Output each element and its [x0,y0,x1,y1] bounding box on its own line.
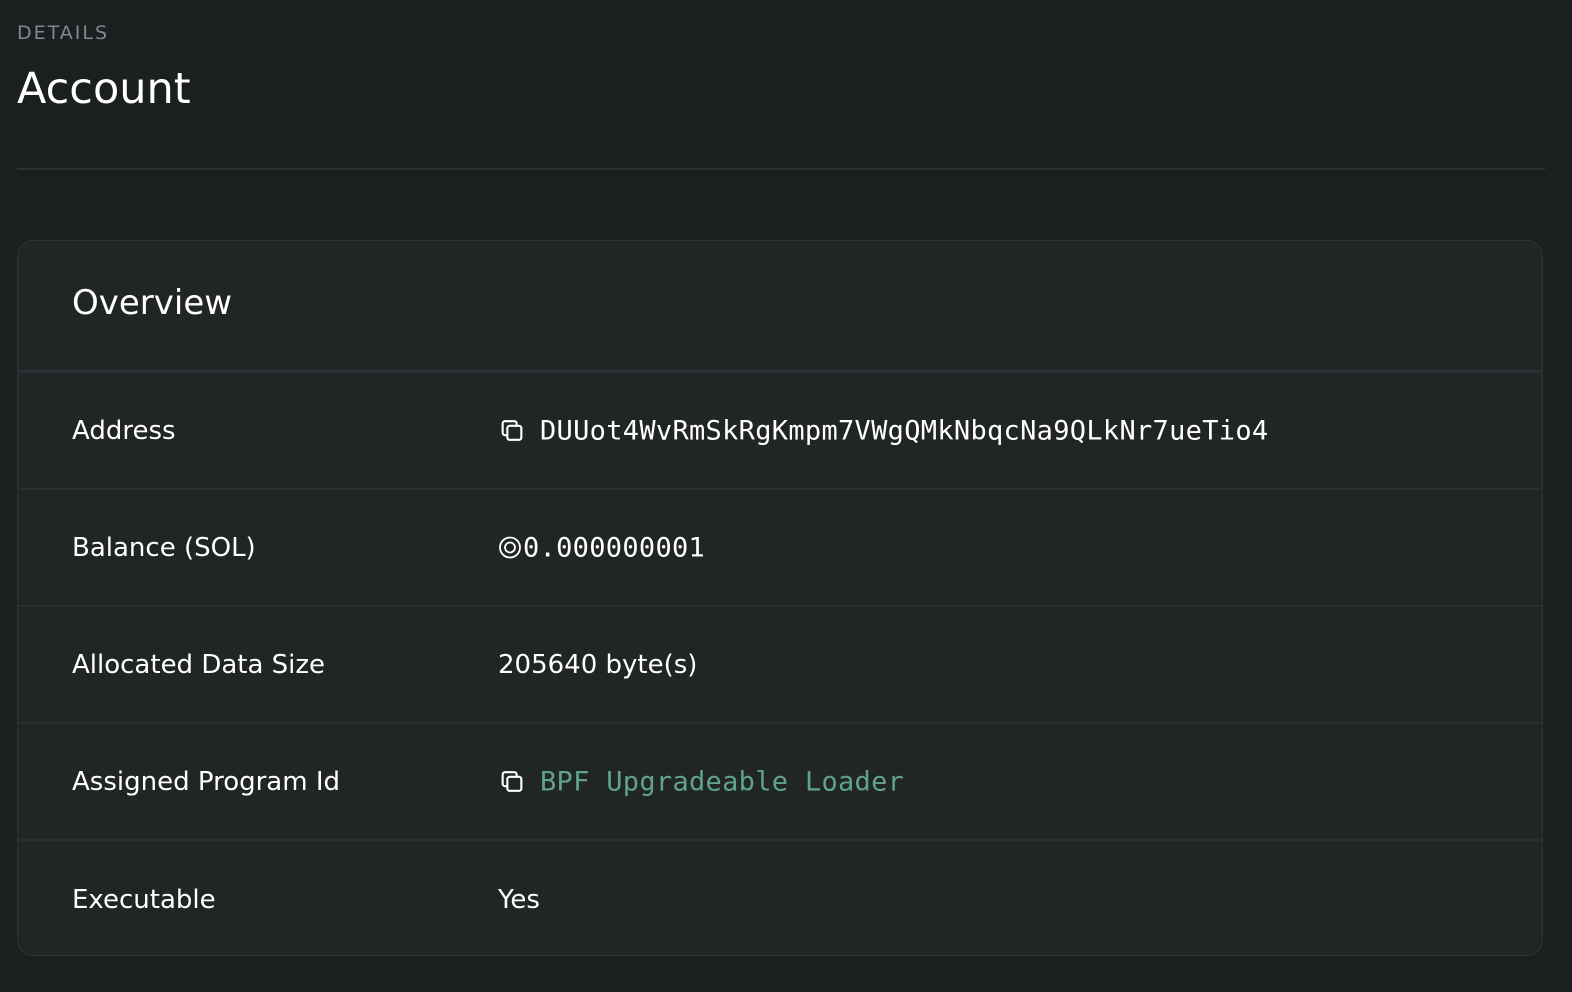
copy-icon[interactable] [498,768,526,796]
address-row: Address DUUot4WvRmSkRgKmpm7VWgQMkNbqcNa9… [18,373,1542,490]
sol-icon [499,536,521,559]
overview-card-header: Overview [18,241,1542,373]
overview-card: Overview Address DUUot4WvRmSkRgKmpm7VWgQ… [17,240,1543,956]
address-value: DUUot4WvRmSkRgKmpm7VWgQMkNbqcNa9QLkNr7ue… [540,415,1269,446]
balance-row: Balance (SOL) 0.000000001 [18,490,1542,607]
executable-label: Executable [72,884,216,915]
data-size-value-container: 205640 byte(s) [498,650,697,680]
data-size-row: Allocated Data Size 205640 byte(s) [18,607,1542,724]
page-title: Account [17,64,191,114]
balance-value-container: 0.000000001 [498,532,705,563]
address-label: Address [72,415,176,446]
balance-label: Balance (SOL) [72,532,256,563]
data-size-value: 205640 byte(s) [498,649,698,680]
address-value-container: DUUot4WvRmSkRgKmpm7VWgQMkNbqcNa9QLkNr7ue… [498,415,1268,446]
executable-value-container: Yes [498,885,540,915]
program-id-value-container: BPF Upgradeable Loader [498,766,904,797]
executable-value: Yes [498,884,540,915]
overview-title: Overview [72,283,233,323]
balance-value: 0.000000001 [523,532,706,563]
executable-row: Executable Yes [18,841,1542,955]
copy-icon[interactable] [498,417,526,445]
page-header: DETAILS Account [17,0,1545,170]
program-id-row: Assigned Program Id BPF Upgradeable Load… [18,724,1542,841]
program-id-link[interactable]: BPF Upgradeable Loader [540,766,904,797]
page-pretitle: DETAILS [17,22,110,44]
program-id-label: Assigned Program Id [72,766,340,797]
data-size-label: Allocated Data Size [72,649,326,680]
